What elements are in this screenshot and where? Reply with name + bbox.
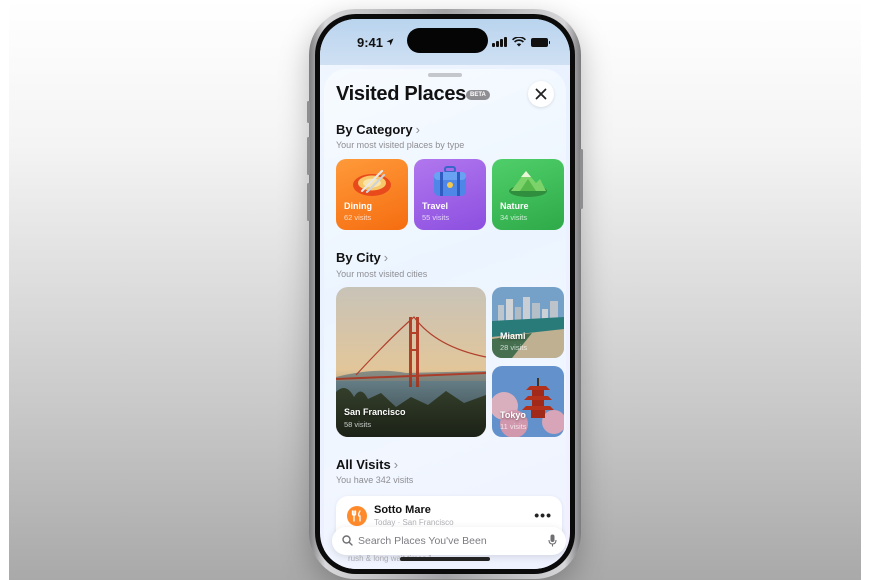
phone-screen: 9:41 Visited Places BETA By Category › Y… xyxy=(320,19,570,569)
by-city-header[interactable]: By City › xyxy=(336,250,388,265)
close-button[interactable] xyxy=(528,81,554,107)
power-button xyxy=(580,149,583,209)
wifi-icon xyxy=(512,37,526,47)
category-tile-nature[interactable]: Nature 34 visits xyxy=(492,159,564,230)
by-category-header[interactable]: By Category › xyxy=(336,122,420,137)
category-tile-dining[interactable]: Dining 62 visits xyxy=(336,159,408,230)
chevron-right-icon: › xyxy=(415,122,420,137)
stage-margin-right xyxy=(861,0,870,580)
sheet-title: Visited Places xyxy=(336,83,466,105)
search-placeholder: Search Places You've Been xyxy=(358,535,487,547)
visit-place-name: Sotto Mare xyxy=(374,504,431,516)
close-icon xyxy=(535,88,547,100)
action-button xyxy=(307,101,310,123)
more-options-icon[interactable]: ••• xyxy=(534,507,552,523)
chevron-right-icon: › xyxy=(393,457,399,472)
by-city-subtitle: Your most visited cities xyxy=(336,269,428,279)
all-visits-header[interactable]: All Visits › xyxy=(336,457,398,472)
category-label: Nature xyxy=(500,201,529,211)
city-name: Miami xyxy=(500,331,526,341)
status-time: 9:41 xyxy=(357,35,384,50)
category-count: 62 visits xyxy=(344,213,372,222)
plate-icon xyxy=(353,169,391,196)
city-name: Tokyo xyxy=(500,410,526,420)
status-bar: 9:41 xyxy=(320,19,570,65)
city-tile-tokyo[interactable]: Tokyo 11 visits xyxy=(492,366,564,437)
category-label: Dining xyxy=(344,201,372,211)
by-city-title: By City xyxy=(336,250,381,265)
city-count: 11 visits xyxy=(500,422,527,431)
all-visits-subtitle: You have 342 visits xyxy=(336,475,414,485)
category-tile-travel[interactable]: Travel 55 visits xyxy=(414,159,486,230)
search-icon xyxy=(342,535,353,546)
status-icons xyxy=(492,37,550,47)
by-category-subtitle: Your most visited places by type xyxy=(336,140,465,150)
volume-up-button xyxy=(307,137,310,175)
iphone-frame: 9:41 Visited Places BETA By Category › Y… xyxy=(307,9,583,579)
search-bar[interactable]: Search Places You've Been xyxy=(332,527,566,555)
visited-places-sheet: Visited Places BETA By Category › Your mo… xyxy=(324,69,566,569)
location-arrow-icon xyxy=(386,38,394,46)
chevron-right-icon: › xyxy=(383,250,389,265)
sheet-grabber[interactable] xyxy=(428,73,462,77)
home-indicator[interactable] xyxy=(400,557,490,561)
by-category-title: By Category xyxy=(336,122,413,137)
battery-icon xyxy=(531,37,550,47)
category-label: Travel xyxy=(422,201,449,211)
category-count: 55 visits xyxy=(422,213,450,222)
suitcase-icon xyxy=(434,166,466,196)
dynamic-island xyxy=(407,28,488,53)
all-visits-title: All Visits xyxy=(336,457,391,472)
city-count: 58 visits xyxy=(344,420,372,429)
cellular-signal-icon xyxy=(492,37,507,47)
volume-down-button xyxy=(307,183,310,221)
phone-bezel: 9:41 Visited Places BETA By Category › Y… xyxy=(315,14,575,574)
fork-knife-icon xyxy=(351,510,361,522)
city-tile-miami[interactable]: Miami 28 visits xyxy=(492,287,564,358)
visit-meta: Today · San Francisco xyxy=(374,518,454,527)
city-count: 28 visits xyxy=(500,343,528,352)
stage-margin-left xyxy=(0,0,9,580)
city-tile-san-francisco[interactable]: San Francisco 58 visits xyxy=(336,287,486,437)
beta-badge: BETA xyxy=(466,90,490,100)
city-name: San Francisco xyxy=(344,407,406,417)
microphone-icon[interactable] xyxy=(548,534,557,547)
dining-category-badge xyxy=(347,506,367,526)
category-count: 34 visits xyxy=(500,213,528,222)
mountain-icon xyxy=(509,171,547,197)
